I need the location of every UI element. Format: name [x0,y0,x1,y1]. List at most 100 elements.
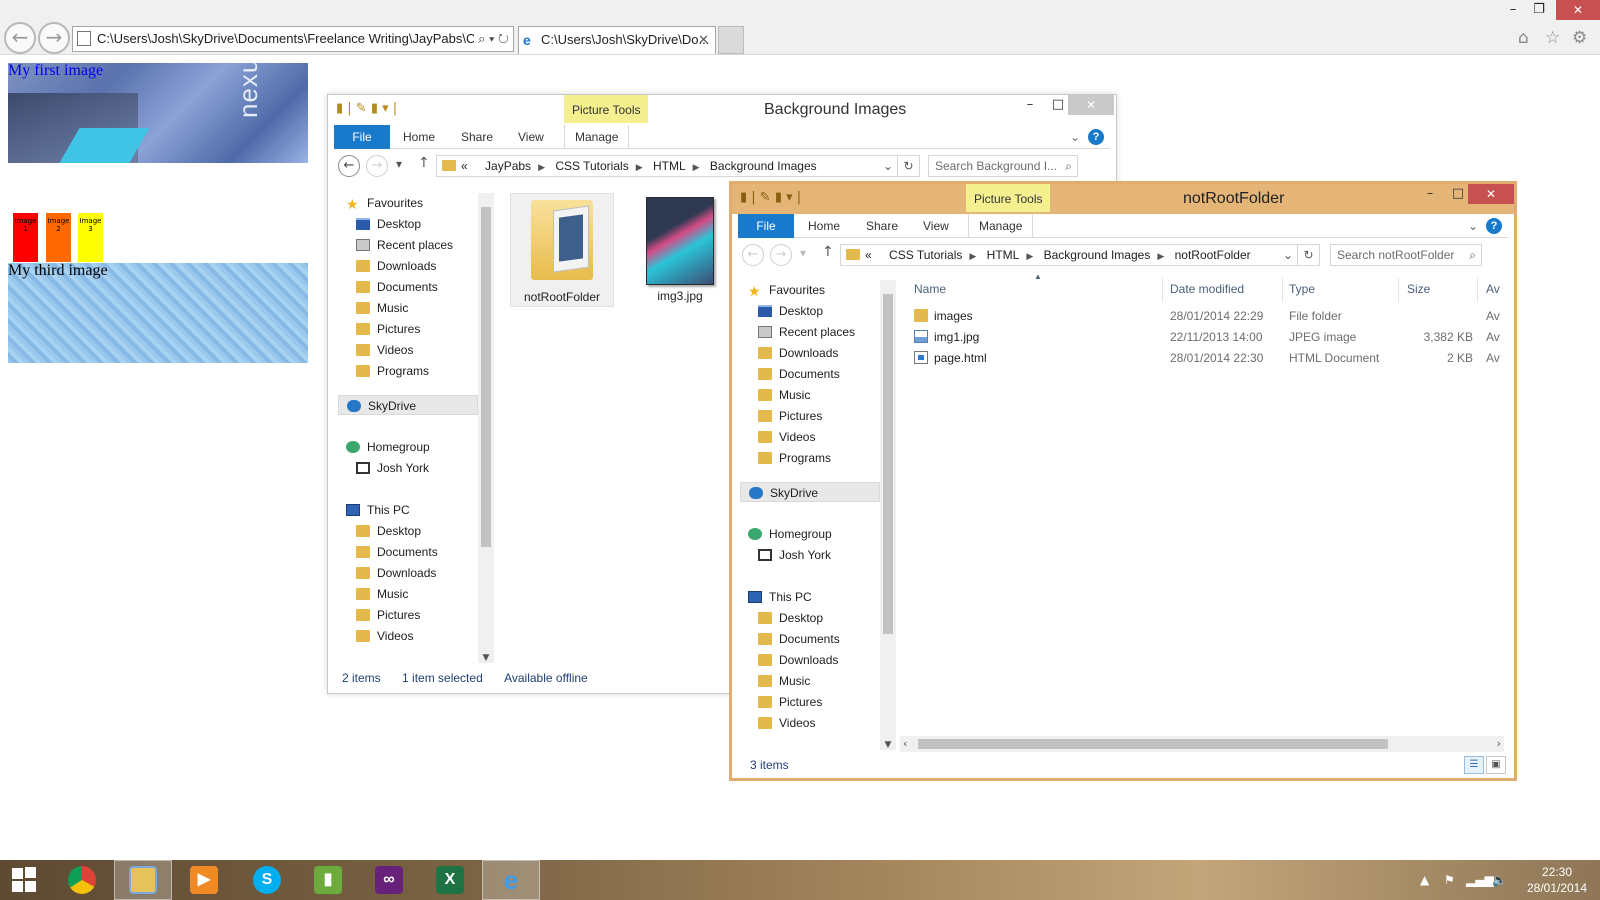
title-bar[interactable]: ▮ | ✎ ▮ ▾ | Picture Tools notRootFolder … [732,184,1514,214]
search-input[interactable]: Search notRootFolder ⌕ [1330,244,1482,266]
visual-studio-taskbar-button[interactable]: ∞ [360,860,418,900]
nav-desktop[interactable]: Desktop [356,214,421,234]
nav-pc-pictures[interactable]: Pictures [758,692,822,712]
nav-pc-pictures[interactable]: Pictures [356,605,420,625]
column-date-modified[interactable]: Date modified [1170,282,1244,296]
nav-pc-downloads[interactable]: Downloads [758,650,838,670]
scroll-down-icon[interactable]: ▼ [478,653,494,663]
tab-view[interactable]: View [923,214,949,238]
breadcrumb-css-tutorials[interactable]: CSS Tutorials [555,159,628,173]
horizontal-scrollbar[interactable]: ‹ › [900,736,1504,752]
breadcrumb-html[interactable]: HTML [987,248,1020,262]
nav-downloads[interactable]: Downloads [356,256,436,276]
breadcrumb-css-tutorials[interactable]: CSS Tutorials [889,248,962,262]
close-button[interactable]: ✕ [1468,184,1514,204]
column-availability[interactable]: Av [1486,282,1500,296]
forward-button[interactable]: → [38,22,70,54]
up-button[interactable]: ↑ [822,244,834,260]
forward-button[interactable]: → [770,244,792,266]
internet-explorer-taskbar-button[interactable]: e [482,860,540,900]
up-button[interactable]: ↑ [418,155,430,171]
browser-restore-button[interactable]: ❐ [1526,0,1552,20]
ribbon-expand-icon[interactable]: ⌄ [1070,125,1080,149]
column-type[interactable]: Type [1289,282,1315,296]
nav-documents[interactable]: Documents [758,364,840,384]
search-input[interactable]: Search Background I... ⌕ [928,155,1078,177]
nav-videos[interactable]: Videos [356,340,413,360]
nav-pc-desktop[interactable]: Desktop [356,521,421,541]
action-center-flag-icon[interactable]: ⚑ [1444,860,1455,900]
media-player-taskbar-button[interactable]: ▶ [175,860,233,900]
nav-favourites[interactable]: ★ Favourites [346,193,423,213]
scroll-right-icon[interactable]: › [1497,737,1501,750]
nav-desktop[interactable]: Desktop [758,301,823,321]
nav-pc-music[interactable]: Music [758,671,810,691]
nav-pc-downloads[interactable]: Downloads [356,563,436,583]
recent-locations-icon[interactable]: ▾ [800,246,806,260]
nav-programs[interactable]: Programs [356,361,429,381]
ribbon-expand-icon[interactable]: ⌄ [1468,214,1478,238]
network-signal-icon[interactable]: ▂▄▆ [1466,860,1494,900]
help-icon[interactable]: ? [1486,218,1502,234]
close-button[interactable]: ✕ [1068,95,1114,115]
tab-close-icon[interactable]: ✕ [698,27,709,53]
nav-documents[interactable]: Documents [356,277,438,297]
nav-videos[interactable]: Videos [758,427,815,447]
browser-minimize-button[interactable]: – [1500,0,1526,20]
volume-icon[interactable]: 🔈 [1492,860,1507,900]
help-icon[interactable]: ? [1088,129,1104,145]
nav-pc-videos[interactable]: Videos [356,626,413,646]
tab-share[interactable]: Share [461,125,493,149]
nav-pc-documents[interactable]: Documents [356,542,438,562]
nav-pictures[interactable]: Pictures [758,406,822,426]
breadcrumb-background-images[interactable]: Background Images [1044,248,1151,262]
address-breadcrumb[interactable]: « CSS Tutorials ▶ HTML ▶ Background Images… [840,244,1320,266]
item-img3-jpg[interactable]: img3.jpg [630,193,730,307]
nav-music[interactable]: Music [758,385,810,405]
details-view-icon[interactable]: ☰ [1464,756,1484,774]
tab-home[interactable]: Home [808,214,840,238]
tab-view[interactable]: View [518,125,544,149]
breadcrumb-jaypabs[interactable]: JayPabs [485,159,531,173]
tab-file[interactable]: File [334,125,390,149]
excel-taskbar-button[interactable]: X [421,860,479,900]
address-tools[interactable]: ⌕ ▾ ↻ [474,27,509,51]
breadcrumb-background-images[interactable]: Background Images [710,159,817,173]
forward-button[interactable]: → [366,155,388,177]
table-row[interactable]: images 28/01/2014 22:29 File folder Av [914,306,1514,326]
item-notrootfolder[interactable]: notRootFolder [510,193,614,307]
minimize-button[interactable]: – [1016,95,1044,117]
tab-manage[interactable]: Manage [564,125,630,149]
breadcrumb-back[interactable]: « [865,248,872,262]
tab-share[interactable]: Share [866,214,898,238]
scroll-left-icon[interactable]: ‹ [903,737,907,750]
quick-access-toolbar[interactable]: ▮ | ✎ ▮ ▾ | [740,190,801,205]
nav-pc-music[interactable]: Music [356,584,408,604]
nav-josh-york[interactable]: Josh York [758,545,831,565]
nav-pc-videos[interactable]: Videos [758,713,815,733]
minimize-button[interactable]: – [1416,184,1444,206]
nav-pane-scrollbar[interactable]: ▼ [880,280,896,750]
home-icon[interactable]: ⌂ [1518,28,1529,48]
table-row[interactable]: page.html 28/01/2014 22:30 HTML Document… [914,348,1514,368]
nav-music[interactable]: Music [356,298,408,318]
back-button[interactable]: ← [4,22,36,54]
address-bar[interactable]: C:\Users\Josh\SkyDrive\Documents\Freelan… [72,26,514,52]
nav-this-pc[interactable]: This PC [346,500,410,520]
skype-taskbar-button[interactable]: S [238,860,296,900]
nav-homegroup[interactable]: Homegroup [346,437,430,457]
browser-tab[interactable]: e C:\Users\Josh\SkyDrive\Do... ✕ [518,26,716,54]
new-tab-button[interactable] [718,26,744,54]
chart-app-taskbar-button[interactable]: ▮ [299,860,357,900]
table-row[interactable]: img1.jpg 22/11/2013 14:00 JPEG image 3,3… [914,327,1514,347]
tab-manage[interactable]: Manage [968,214,1034,238]
file-explorer-taskbar-button[interactable] [114,860,172,900]
address-breadcrumb[interactable]: « JayPabs ▶ CSS Tutorials ▶ HTML ▶ Backgrou… [436,155,920,177]
address-dropdown-icon[interactable]: ⌄ [879,156,893,176]
back-button[interactable]: ← [742,244,764,266]
tab-home[interactable]: Home [403,125,435,149]
scroll-down-icon[interactable]: ▼ [880,740,896,750]
chrome-taskbar-button[interactable] [53,860,111,900]
refresh-icon[interactable]: ↻ [1297,245,1319,265]
column-name[interactable]: Name [914,282,946,296]
